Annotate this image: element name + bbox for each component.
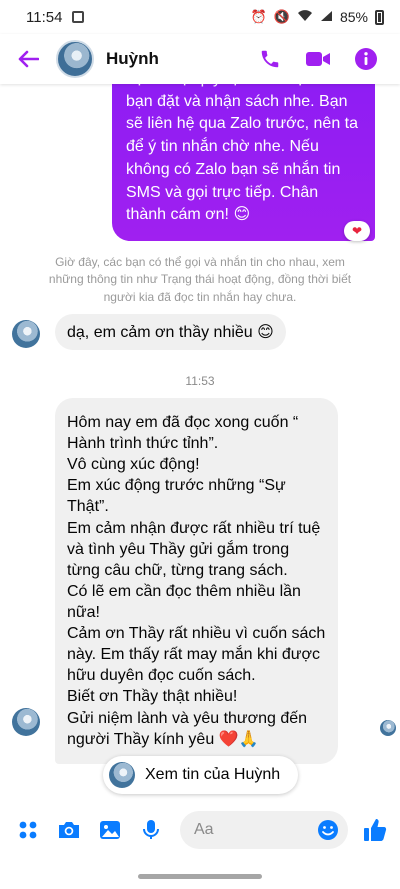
contact-avatar[interactable] xyxy=(56,40,94,78)
alarm-icon: ⏰ xyxy=(250,9,267,24)
message-timestamp: 11:53 xyxy=(185,374,215,388)
heart-reaction[interactable]: ❤ xyxy=(344,221,370,241)
mute-icon: 🔇 xyxy=(273,9,290,24)
system-note: Giờ đây, các bạn có thể gọi và nhắn tin … xyxy=(48,255,352,304)
wifi-icon xyxy=(297,9,313,25)
image-icon[interactable] xyxy=(96,816,124,844)
signal-icon xyxy=(320,10,333,25)
video-call-button[interactable] xyxy=(304,45,332,73)
info-button[interactable] xyxy=(352,45,380,73)
info-icon xyxy=(355,48,377,70)
call-button[interactable] xyxy=(256,45,284,73)
status-indicators: ⏰ 🔇 85% xyxy=(251,9,384,25)
notification-icon xyxy=(72,11,85,23)
battery-icon xyxy=(375,9,384,25)
message-list[interactable]: hệ hỗ trợ quý vị/ anh/ chị/ em/ bạn đặt … xyxy=(0,84,400,800)
thumbs-up-icon[interactable] xyxy=(360,815,390,845)
view-profile-button[interactable]: Xem tin của Huỳnh xyxy=(103,756,299,794)
incoming-message-long[interactable]: Hôm nay em đã đọc xong cuốn “ Hành trình… xyxy=(55,398,338,764)
outgoing-message[interactable]: hệ hỗ trợ quý vị/ anh/ chị/ em/ bạn đặt … xyxy=(112,84,375,242)
four-dots-icon[interactable] xyxy=(14,816,42,844)
composer-bar xyxy=(0,808,400,852)
sender-avatar[interactable] xyxy=(12,708,40,736)
battery-percent: 85% xyxy=(339,9,368,25)
seen-indicator-avatar xyxy=(380,720,396,736)
back-arrow-icon[interactable] xyxy=(8,39,48,79)
header-actions xyxy=(256,45,380,73)
status-time: 11:54 xyxy=(26,8,63,26)
microphone-icon[interactable] xyxy=(137,816,165,844)
incoming-message-short[interactable]: dạ, em cảm ơn thầy nhiều 😊 xyxy=(55,314,286,350)
view-profile-label: Xem tin của Huỳnh xyxy=(145,766,281,783)
status-bar: 11:54 ⏰ 🔇 85% xyxy=(0,0,400,34)
gesture-nav-handle xyxy=(138,874,262,879)
camera-icon[interactable] xyxy=(55,816,83,844)
phone-icon xyxy=(261,50,279,68)
contact-name[interactable]: Huỳnh xyxy=(106,49,159,69)
message-text-field[interactable] xyxy=(194,821,314,839)
sender-avatar[interactable] xyxy=(12,320,40,348)
profile-avatar xyxy=(109,762,135,788)
smiley-icon[interactable] xyxy=(316,818,340,842)
video-camera-icon xyxy=(306,52,330,66)
message-input[interactable] xyxy=(180,811,348,849)
chat-header: Huỳnh xyxy=(0,34,400,84)
